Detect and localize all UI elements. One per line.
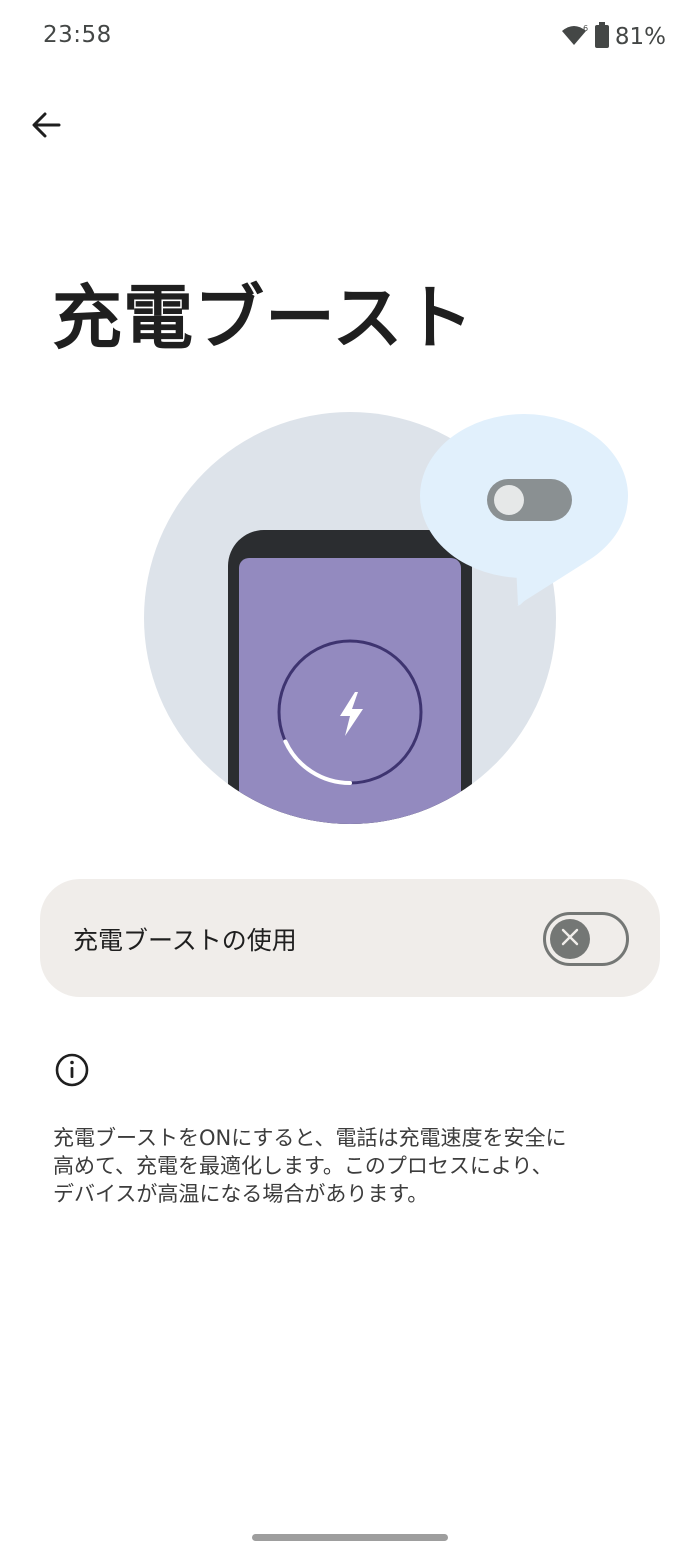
- info-description: 充電ブーストをONにすると、電話は充電速度を安全に 高めて、充電を最適化します。…: [53, 1126, 567, 1206]
- battery-percentage: 81%: [614, 24, 666, 50]
- charging-illustration: [140, 400, 640, 830]
- gesture-navigation-bar[interactable]: [252, 1534, 448, 1541]
- charging-boost-switch[interactable]: [543, 912, 629, 966]
- battery-icon: [594, 22, 609, 52]
- page-title: 充電ブースト: [52, 277, 475, 359]
- arrow-back-icon: [31, 111, 61, 143]
- wifi-icon: 6: [561, 23, 589, 51]
- status-bar: 23:58 6 81%: [0, 0, 700, 72]
- close-icon: [561, 928, 579, 950]
- svg-text:6: 6: [583, 24, 588, 33]
- toggle-icon: [487, 479, 572, 521]
- charging-boost-toggle-row[interactable]: 充電ブーストの使用: [40, 879, 660, 997]
- info-icon: [54, 1052, 90, 1088]
- status-time: 23:58: [43, 22, 112, 48]
- switch-thumb: [550, 919, 590, 959]
- status-icons: 6 81%: [561, 22, 666, 52]
- back-button[interactable]: [22, 103, 70, 151]
- toggle-label: 充電ブーストの使用: [73, 926, 297, 955]
